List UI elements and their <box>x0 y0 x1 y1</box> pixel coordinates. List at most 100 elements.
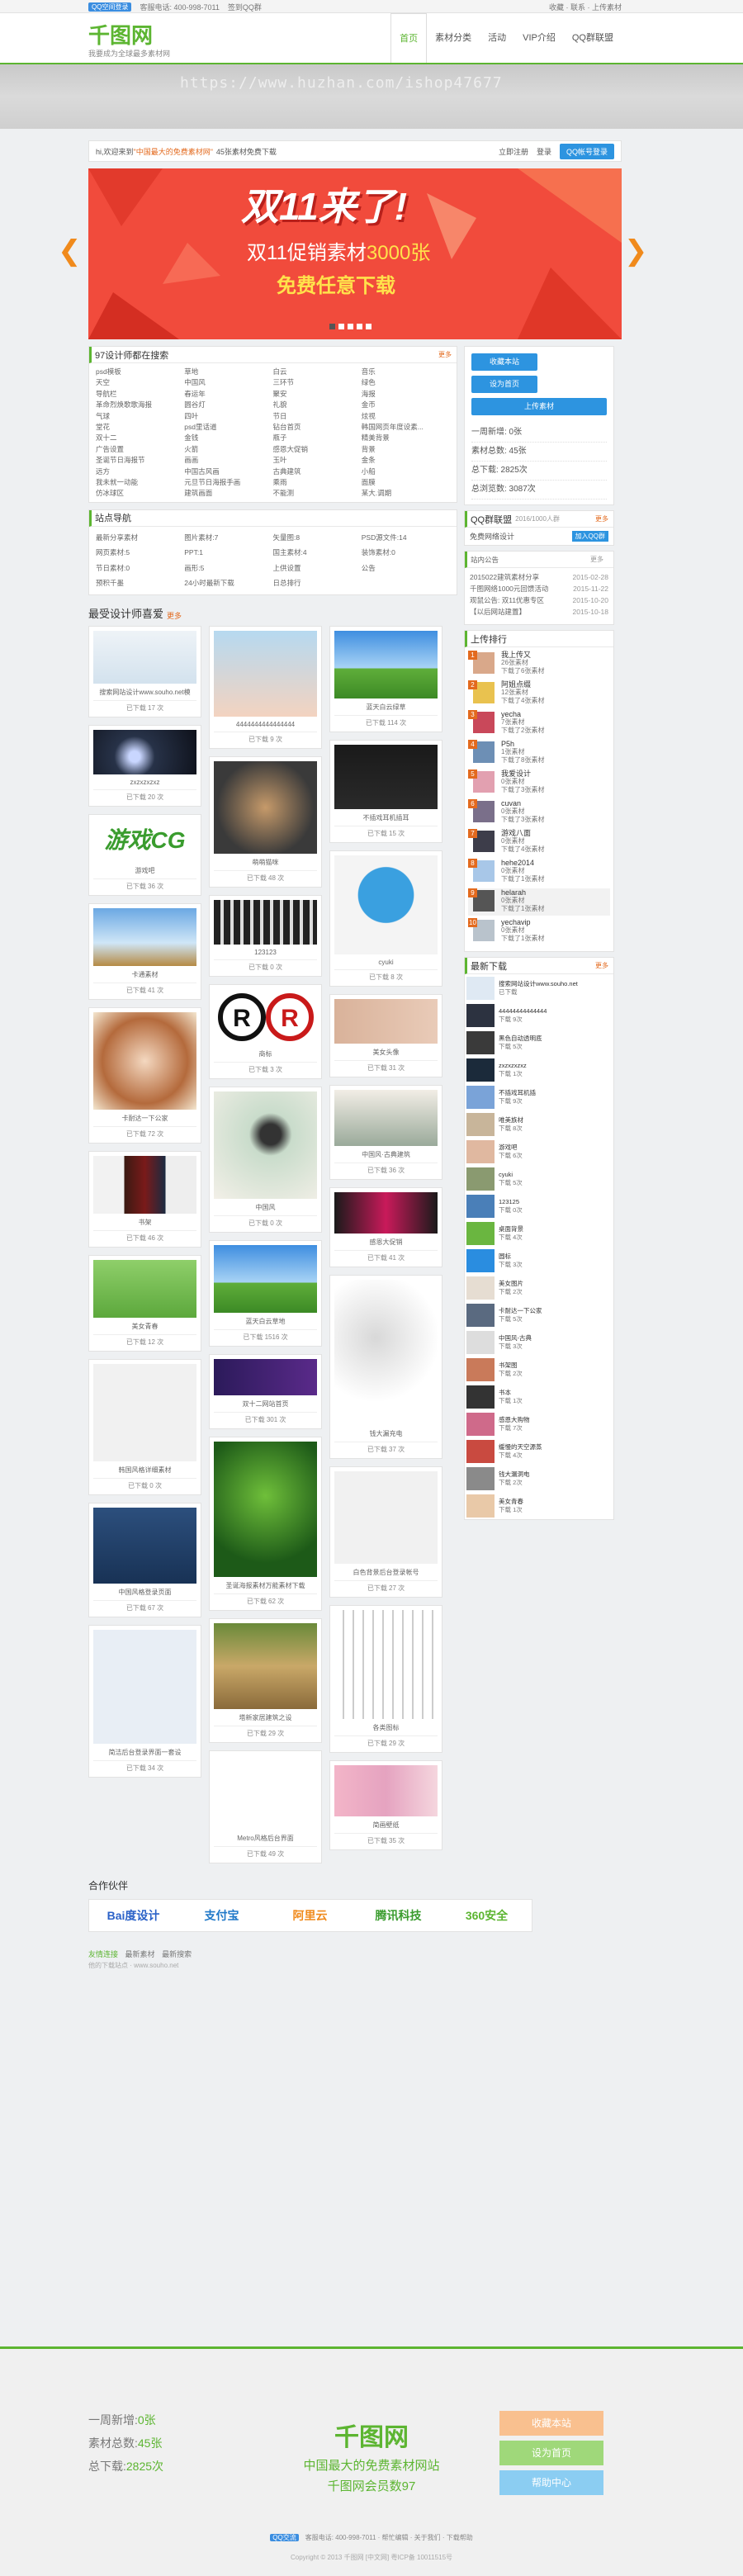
sitenav-link[interactable]: PSD源文件:14 <box>362 530 450 545</box>
keyword-link[interactable]: 瓶子 <box>273 433 362 443</box>
card-thumbnail[interactable] <box>93 1155 196 1214</box>
card-thumbnail[interactable] <box>93 729 196 774</box>
partner-logo[interactable]: Bai度设计 <box>89 1907 177 1924</box>
qq-group-more[interactable]: 更多 <box>595 514 608 523</box>
latest-thumb[interactable] <box>466 1139 495 1163</box>
card-thumbnail[interactable] <box>93 1629 196 1744</box>
material-card[interactable]: 感恩大促销 已下载 41 次 <box>329 1186 442 1267</box>
latest-thumb[interactable] <box>466 1466 495 1490</box>
keyword-link[interactable]: 革命烈焕歌歌海报 <box>96 400 184 410</box>
sitenav-link[interactable]: PPT:1 <box>184 545 272 560</box>
promo-banner[interactable]: 双11来了! 双11促销素材3000张 免费任意下载 <box>88 168 622 339</box>
card-thumbnail[interactable] <box>93 1011 196 1110</box>
card-thumbnail[interactable] <box>334 1191 438 1234</box>
nav-home[interactable]: 首页 <box>390 13 428 63</box>
keyword-link[interactable]: 金币 <box>362 400 450 410</box>
latest-more[interactable]: 更多 <box>595 961 608 970</box>
material-card[interactable]: R R 商标 已下载 3 次 <box>209 983 322 1079</box>
card-thumbnail[interactable] <box>93 907 196 966</box>
card-thumbnail[interactable] <box>334 1279 438 1425</box>
ranking-item[interactable]: 4 P5h 1张素材 下载了8张素材 <box>468 740 610 767</box>
link-item[interactable]: 最新素材 <box>125 1950 155 1958</box>
keyword-link[interactable]: 玉叶 <box>273 455 362 465</box>
latest-thumb[interactable] <box>466 1221 495 1245</box>
latest-item[interactable]: 桌面背景 下载 4次 <box>465 1219 613 1247</box>
material-card[interactable]: 蓝天白云草地 已下载 1516 次 <box>209 1239 322 1347</box>
keyword-link[interactable]: 草地 <box>184 367 272 376</box>
keywords-more[interactable]: 更多 <box>438 350 452 359</box>
nav-vip[interactable]: VIP介绍 <box>514 13 564 63</box>
latest-thumb[interactable] <box>466 1494 495 1518</box>
card-thumbnail[interactable] <box>334 1764 438 1816</box>
partner-logo[interactable]: 360安全 <box>442 1907 531 1924</box>
latest-thumb[interactable] <box>466 1194 495 1218</box>
keyword-link[interactable]: 节日 <box>273 411 362 421</box>
material-card[interactable]: 简洁后台登录界面一套设 已下载 34 次 <box>88 1624 201 1778</box>
latest-thumb[interactable] <box>466 1112 495 1136</box>
showcase-more[interactable]: 更多 <box>167 610 182 621</box>
card-thumbnail[interactable] <box>334 744 438 809</box>
sitenav-link[interactable]: 图片素材:7 <box>184 530 272 545</box>
keyword-link[interactable]: 聚安 <box>273 389 362 399</box>
keyword-link[interactable]: 导航栏 <box>96 389 184 399</box>
sitenav-link[interactable]: 网页素材:5 <box>96 545 184 560</box>
ranking-item[interactable]: 6 cuvan 0张素材 下载了3张素材 <box>468 799 610 826</box>
material-card[interactable]: 4444444444444444 已下载 9 次 <box>209 625 322 749</box>
keyword-link[interactable]: 远方 <box>96 466 184 476</box>
sitenav-link[interactable]: 画形:5 <box>184 561 272 575</box>
keyword-link[interactable]: 春运年 <box>184 389 272 399</box>
notice-item[interactable]: 2015022建筑素材分享 2015-02-28 <box>465 571 613 583</box>
qq-login-button[interactable]: QQ空间登录 <box>88 2 132 12</box>
material-card[interactable]: 卡耐达一下公家 已下载 72 次 <box>88 1006 201 1144</box>
register-link[interactable]: 立即注册 <box>499 146 528 157</box>
card-thumbnail[interactable] <box>214 1622 317 1709</box>
card-thumbnail[interactable] <box>334 855 438 954</box>
keyword-link[interactable]: 感恩大促销 <box>273 444 362 454</box>
keyword-link[interactable]: 广告设置 <box>96 444 184 454</box>
link-item[interactable]: 最新搜索 <box>162 1950 192 1958</box>
top-links[interactable]: 收藏 · 联系 · 上传素材 <box>549 2 622 12</box>
partner-logo[interactable]: 支付宝 <box>177 1907 266 1924</box>
sitenav-link[interactable]: 公告 <box>362 561 450 575</box>
keyword-link[interactable]: 画画 <box>184 455 272 465</box>
material-card[interactable]: zxzxzxzxz 已下载 20 次 <box>88 724 201 807</box>
keyword-link[interactable]: 乘雨 <box>273 477 362 487</box>
notice-item[interactable]: 千图网络1000元回馈活动 2015-11-22 <box>465 583 613 594</box>
keyword-link[interactable]: 四叶 <box>184 411 272 421</box>
keyword-link[interactable]: 白云 <box>273 367 362 376</box>
latest-item[interactable]: 游戏吧 下载 6次 <box>465 1138 613 1165</box>
card-thumbnail[interactable] <box>214 1244 317 1313</box>
latest-thumb[interactable] <box>466 1439 495 1463</box>
material-card[interactable]: 游戏CG 游戏吧 已下载 36 次 <box>88 813 201 896</box>
sitenav-link[interactable]: 24小时最新下载 <box>184 575 272 590</box>
latest-thumb[interactable] <box>466 1385 495 1409</box>
keyword-link[interactable]: 中国古风画 <box>184 466 272 476</box>
latest-item[interactable]: 美女青春 下载 1次 <box>465 1492 613 1519</box>
ranking-item[interactable]: 10 yechavip 0张素材 下载了1张素材 <box>468 918 610 945</box>
card-thumbnail[interactable]: RR <box>214 988 317 1045</box>
latest-item[interactable]: 不插戏耳机插 下载 9次 <box>465 1083 613 1110</box>
keyword-link[interactable]: 炫视 <box>362 411 450 421</box>
notice-item[interactable]: 【以后网站建置】 2015-10-18 <box>465 606 613 618</box>
keyword-link[interactable]: 古典建筑 <box>273 466 362 476</box>
keyword-link[interactable]: 韩国网页年度设素... <box>362 422 450 432</box>
latest-thumb[interactable] <box>466 1303 495 1327</box>
latest-item[interactable]: zxzxzxzxz 下载 1次 <box>465 1056 613 1083</box>
banner-next-arrow[interactable]: ❯ <box>624 234 648 268</box>
latest-thumb[interactable] <box>466 976 495 1000</box>
sitenav-link[interactable]: 国主素材:4 <box>273 545 362 560</box>
material-card[interactable]: 简画壁纸 已下载 35 次 <box>329 1759 442 1850</box>
material-card[interactable]: 塔新家居建筑之设 已下载 29 次 <box>209 1617 322 1743</box>
material-card[interactable]: 中国风·古典建筑 已下载 36 次 <box>329 1084 442 1180</box>
latest-thumb[interactable] <box>466 1085 495 1109</box>
material-card[interactable]: Metro风格后台界面 已下载 49 次 <box>209 1750 322 1863</box>
latest-thumb[interactable] <box>466 1412 495 1436</box>
card-thumbnail[interactable] <box>93 1507 196 1584</box>
card-thumbnail[interactable] <box>214 760 317 854</box>
sitenav-link[interactable]: 最新分享素材 <box>96 530 184 545</box>
card-thumbnail[interactable] <box>214 899 317 945</box>
card-thumbnail[interactable] <box>334 630 438 698</box>
upload-button[interactable]: 上传素材 <box>471 398 607 415</box>
latest-item[interactable]: 123125 下载 0次 <box>465 1192 613 1219</box>
material-card[interactable]: 萌萌猫咪 已下载 48 次 <box>209 755 322 888</box>
